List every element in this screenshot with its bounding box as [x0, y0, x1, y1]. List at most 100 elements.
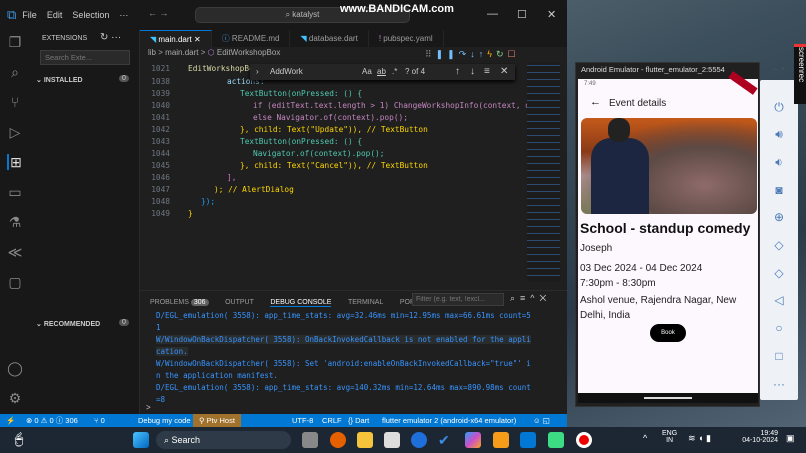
notifications-icon[interactable]: ▣ — [786, 433, 795, 444]
language-status[interactable]: {} Dart — [348, 414, 369, 427]
tab-readme[interactable]: ⓘ README.md — [212, 30, 291, 47]
testing-icon[interactable]: ⚗ — [7, 214, 23, 230]
flutter-icon[interactable]: ≪ — [7, 244, 23, 260]
menu-selection[interactable]: Selection — [72, 10, 109, 20]
language-indicator[interactable]: ENGIN — [662, 430, 677, 444]
remote-explorer-icon[interactable]: ▭ — [7, 184, 23, 200]
search-label: Search — [172, 435, 201, 445]
sidebar-title: EXTENSIONS — [42, 35, 87, 42]
menu-file[interactable]: File — [22, 10, 37, 20]
tab-terminal[interactable]: TERMINAL — [348, 299, 383, 306]
task-view-icon[interactable] — [302, 432, 318, 448]
vscode-logo-icon: ⧉ — [7, 7, 16, 23]
rotate-left-icon[interactable]: ◇ — [760, 238, 798, 252]
tab-pubspec[interactable]: ! pubspec.yaml — [369, 30, 444, 47]
line-number: 1042 — [140, 125, 170, 134]
console-filter-input[interactable] — [412, 293, 504, 306]
android-studio-icon[interactable] — [548, 432, 564, 448]
store-icon[interactable] — [384, 432, 400, 448]
eol-status[interactable]: CRLF — [322, 414, 342, 427]
problems-status[interactable]: ⊗ 0 ⚠ 0 ⓘ 306 — [26, 414, 78, 427]
debug-toolbar[interactable]: ⠿❚❚↷↓↑ϟ↻☐ — [425, 49, 520, 60]
breadcrumb-lib[interactable]: lib — [148, 48, 156, 57]
start-icon[interactable] — [133, 432, 149, 448]
overview-icon[interactable]: □ — [760, 349, 798, 363]
back-arrow-icon[interactable]: ← → — [148, 8, 169, 18]
more-icon[interactable]: ··· — [760, 377, 798, 391]
recommended-section[interactable]: ⌄ RECOMMENDED — [36, 320, 100, 328]
console-prompt[interactable]: > — [146, 403, 151, 412]
todo-icon[interactable]: ✔ — [438, 432, 454, 448]
breadcrumb-file[interactable]: main.dart — [165, 48, 198, 57]
close-find-icon[interactable]: ✕ — [500, 66, 508, 77]
tab-database-dart[interactable]: ◥ database.dart — [290, 30, 368, 47]
extensions-search-input[interactable] — [40, 50, 130, 65]
refresh-icon[interactable]: ↻ ··· — [100, 32, 121, 43]
run-debug-icon[interactable]: ▷ — [7, 124, 23, 140]
tab-problems[interactable]: PROBLEMS 306 — [150, 299, 209, 306]
toggle-replace-icon[interactable]: › — [256, 67, 259, 76]
book-button[interactable]: Book — [650, 324, 686, 342]
taskbar-search[interactable]: ⌕ Search — [156, 431, 291, 449]
copilot-icon[interactable] — [465, 432, 481, 448]
prev-match-icon[interactable]: ↑ — [455, 66, 460, 77]
next-match-icon[interactable]: ↓ — [470, 66, 475, 77]
widgets-icon[interactable]: 🍵︎ — [10, 431, 28, 448]
file-explorer-icon[interactable] — [357, 432, 373, 448]
encoding-status[interactable]: UTF-8 — [292, 414, 313, 427]
debug-status[interactable]: Debug my code — [138, 414, 191, 427]
tab-debug-console[interactable]: DEBUG CONSOLE — [270, 299, 331, 307]
volume-up-icon[interactable]: 🔊︎ — [760, 127, 798, 142]
minimap[interactable] — [527, 62, 560, 282]
back-icon[interactable]: ◁ — [760, 293, 798, 307]
minimize-icon[interactable]: — — [487, 8, 498, 20]
find-input[interactable]: AddWork — [270, 67, 303, 76]
status-bar: ⚡ ⊗ 0 ⚠ 0 ⓘ 306 ⑂ 0 Debug my code ⚲ Ptv … — [0, 414, 567, 427]
live-share-host[interactable]: ⚲ Ptv Host — [193, 414, 241, 427]
match-case-toggle[interactable]: Aa — [362, 67, 372, 76]
tab-main-dart[interactable]: ◥ main.dart ✕ — [140, 30, 212, 47]
device-status[interactable]: flutter emulator 2 (android-x64 emulator… — [382, 414, 516, 427]
rotate-right-icon[interactable]: ◇ — [760, 266, 798, 280]
source-control-icon[interactable]: ⑂ — [7, 94, 23, 110]
tray-chevron-icon[interactable]: ^ — [643, 433, 647, 443]
installed-count: 0 — [119, 75, 129, 82]
zoom-icon[interactable]: ⊕ — [760, 210, 798, 224]
tab-output[interactable]: OUTPUT — [225, 299, 254, 306]
record-icon[interactable] — [576, 432, 592, 448]
regex-toggle[interactable]: .* — [392, 67, 397, 76]
explorer-icon[interactable]: ❐ — [7, 34, 23, 50]
close-icon[interactable]: ✕ — [547, 8, 556, 21]
whole-word-toggle[interactable]: ab — [377, 67, 386, 76]
copilot-icon[interactable]: ☺ ◱ — [533, 414, 550, 427]
home-gesture-bar[interactable] — [644, 397, 692, 399]
vscode-taskbar-icon[interactable] — [520, 432, 536, 448]
installed-section[interactable]: ⌄ INSTALLED — [36, 76, 83, 84]
remote-icon[interactable]: ⚡ — [6, 414, 15, 427]
comments-icon[interactable]: ▢ — [7, 274, 23, 290]
network-volume-battery-icons[interactable]: ≋ ◖ ▮ — [688, 433, 711, 444]
menu-more[interactable]: ··· — [119, 10, 128, 20]
firefox-icon[interactable] — [330, 432, 346, 448]
camera-icon[interactable]: ◙ — [760, 183, 798, 197]
home-icon[interactable]: ○ — [760, 321, 798, 335]
extensions-icon[interactable]: ⊞ — [7, 154, 23, 170]
recommended-label: RECOMMENDED — [44, 321, 100, 328]
volume-down-icon[interactable]: 🔉︎ — [760, 155, 798, 170]
back-arrow-icon[interactable]: ← — [590, 96, 601, 108]
clock[interactable]: 19:4904-10-2024 — [738, 430, 778, 444]
app-icon[interactable] — [411, 432, 427, 448]
ports-status[interactable]: ⑂ 0 — [94, 414, 105, 427]
toolbar-window-controls[interactable]: – × — [760, 66, 798, 73]
breadcrumb-symbol[interactable]: EditWorkshopBox — [217, 48, 280, 57]
panel-actions[interactable]: ⌕≡^✕ — [510, 293, 551, 304]
code-editor[interactable]: 1021EditWorkshopBo1038actions:1039TextBu… — [140, 62, 525, 287]
account-icon[interactable]: ◯ — [7, 360, 23, 376]
sublime-icon[interactable] — [493, 432, 509, 448]
settings-gear-icon[interactable]: ⚙ — [7, 390, 23, 406]
find-in-selection-icon[interactable]: ≡ — [484, 66, 490, 77]
power-icon[interactable]: ⏻ — [760, 100, 798, 115]
maximize-icon[interactable]: ☐ — [517, 8, 527, 21]
search-icon[interactable]: ⌕ — [7, 64, 23, 80]
menu-edit[interactable]: Edit — [47, 10, 63, 20]
